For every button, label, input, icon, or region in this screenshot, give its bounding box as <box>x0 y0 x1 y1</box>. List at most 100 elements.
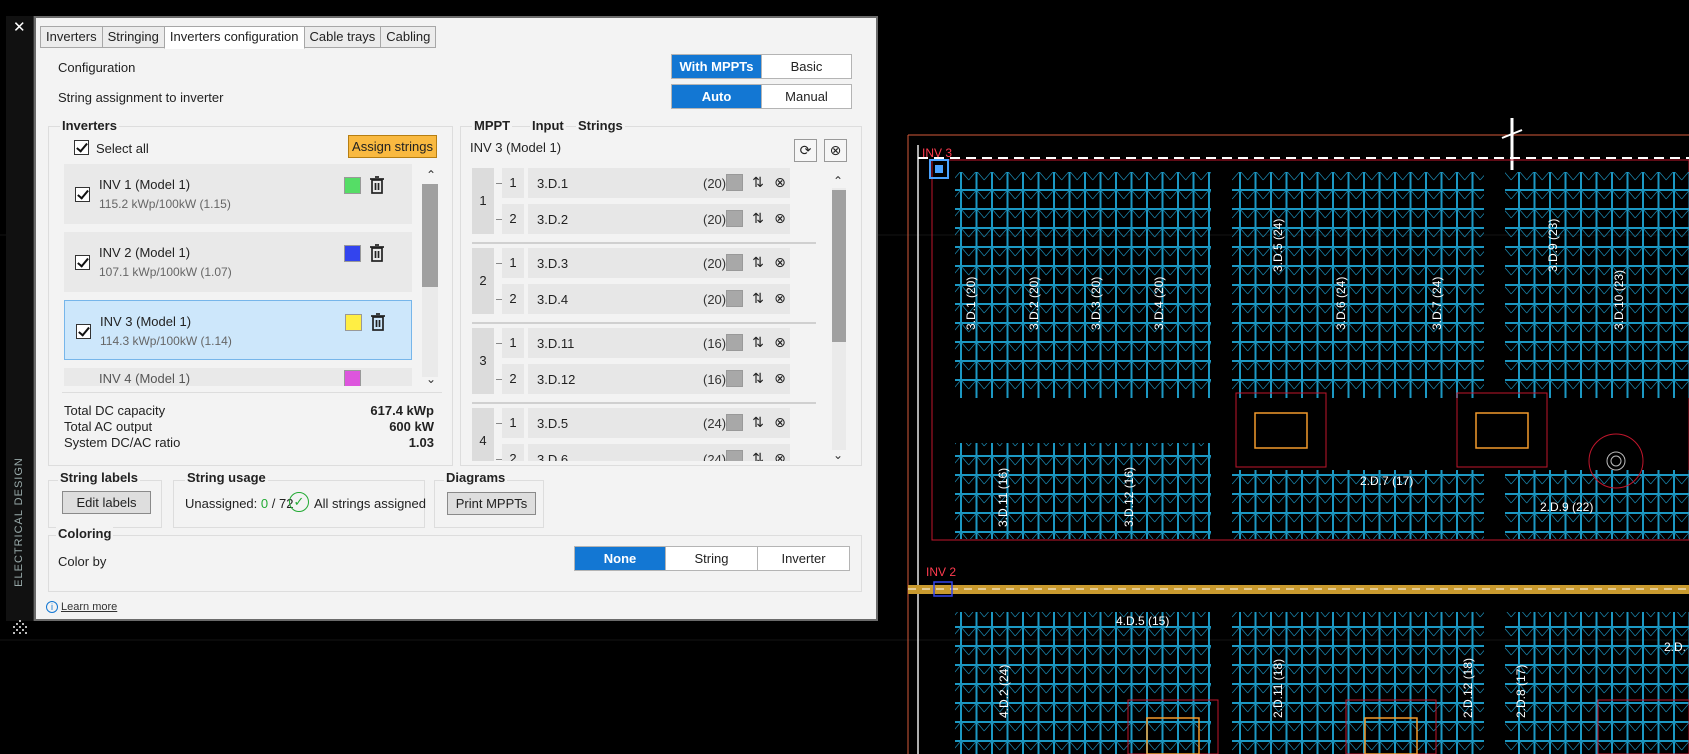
string-slot[interactable]: 3.D.4 (20) ⇅ ⊗ <box>528 284 790 314</box>
remove-icon[interactable]: ⊗ <box>772 450 788 461</box>
string-color-swatch[interactable] <box>726 290 743 307</box>
refresh-icon[interactable]: ⟳ <box>794 139 817 162</box>
string-slot[interactable]: 3.D.11 (16) ⇅ ⊗ <box>528 328 790 358</box>
auto-button[interactable]: Auto <box>672 85 762 108</box>
close-icon[interactable]: ✕ <box>13 19 26 37</box>
string-name: 3.D.12 <box>537 372 576 387</box>
mppt-input-row[interactable]: 2 3.D.4 (20) ⇅ ⊗ <box>502 284 790 314</box>
basic-button[interactable]: Basic <box>762 55 851 78</box>
grip-icon[interactable] <box>13 620 27 634</box>
color-by-label: Color by <box>58 554 107 569</box>
assignment-toggle: Auto Manual <box>671 84 852 109</box>
swap-icon[interactable]: ⇅ <box>750 254 766 272</box>
string-slot[interactable]: 3.D.3 (20) ⇅ ⊗ <box>528 248 790 278</box>
swap-icon[interactable]: ⇅ <box>750 290 766 308</box>
swap-icon[interactable]: ⇅ <box>750 414 766 432</box>
strings-column-header: Strings <box>576 118 625 133</box>
mppt-input-row[interactable]: 1 3.D.3 (20) ⇅ ⊗ <box>502 248 790 278</box>
swap-icon[interactable]: ⇅ <box>750 174 766 192</box>
string-color-swatch[interactable] <box>726 210 743 227</box>
tab-stringing[interactable]: Stringing <box>101 26 165 48</box>
mppt-input-row[interactable]: 1 3.D.11 (16) ⇅ ⊗ <box>502 328 790 358</box>
string-color-swatch[interactable] <box>726 334 743 351</box>
string-color-swatch[interactable] <box>726 414 743 431</box>
string-name: 3.D.6 <box>537 452 569 461</box>
all-strings-assigned-status: All strings assigned <box>314 496 426 511</box>
cad-string-label: 3.D.9 (23) <box>1546 219 1560 272</box>
input-number: 2 <box>502 444 524 461</box>
color-by-none-button[interactable]: None <box>575 547 666 570</box>
swap-icon[interactable]: ⇅ <box>750 370 766 388</box>
cad-string-label: 3.D.2 (20) <box>1027 277 1041 330</box>
remove-icon[interactable]: ⊗ <box>772 174 788 192</box>
input-number: 2 <box>502 364 524 394</box>
string-name: 3.D.3 <box>537 256 569 271</box>
color-by-inverter-button[interactable]: Inverter <box>758 547 849 570</box>
mppt-input-row[interactable]: 2 3.D.6 (24) ⇅ ⊗ <box>502 444 790 461</box>
left-sidebar: ✕ ELECTRICAL DESIGN <box>6 16 34 634</box>
remove-icon[interactable]: ⊗ <box>772 290 788 308</box>
clear-all-icon[interactable]: ⊗ <box>824 139 847 162</box>
string-slot[interactable]: 3.D.5 (24) ⇅ ⊗ <box>528 408 790 438</box>
swap-icon[interactable]: ⇅ <box>750 450 766 461</box>
mppt-number: 2 <box>472 248 494 314</box>
select-all-label: Select all <box>96 141 149 156</box>
string-color-swatch[interactable] <box>726 450 743 461</box>
string-assignment-label: String assignment to inverter <box>58 90 224 105</box>
select-all-checkbox[interactable] <box>74 140 89 155</box>
string-slot[interactable]: 3.D.6 (24) ⇅ ⊗ <box>528 444 790 461</box>
edit-labels-button[interactable]: Edit labels <box>62 491 151 514</box>
string-module-count: (24) <box>703 416 727 431</box>
string-module-count: (20) <box>703 292 727 307</box>
string-color-swatch[interactable] <box>726 254 743 271</box>
string-name: 3.D.2 <box>537 212 569 227</box>
string-slot[interactable]: 3.D.12 (16) ⇅ ⊗ <box>528 364 790 394</box>
string-slot[interactable]: 3.D.1 (20) ⇅ ⊗ <box>528 168 790 198</box>
string-color-swatch[interactable] <box>726 174 743 191</box>
mppt-input-row[interactable]: 1 3.D.5 (24) ⇅ ⊗ <box>502 408 790 438</box>
mppt-input-row[interactable]: 2 3.D.12 (16) ⇅ ⊗ <box>502 364 790 394</box>
pv-layout <box>907 118 1689 754</box>
tab-inverters[interactable]: Inverters <box>40 26 103 48</box>
mppt-scrollbar-thumb[interactable] <box>832 190 846 342</box>
mppt-input-row[interactable]: 1 3.D.1 (20) ⇅ ⊗ <box>502 168 790 198</box>
remove-icon[interactable]: ⊗ <box>772 414 788 432</box>
tab-bar: Inverters Stringing Inverters configurat… <box>40 26 437 49</box>
color-by-string-button[interactable]: String <box>666 547 758 570</box>
string-name: 3.D.4 <box>537 292 569 307</box>
remove-icon[interactable]: ⊗ <box>772 254 788 272</box>
remove-icon[interactable]: ⊗ <box>772 370 788 388</box>
info-icon: i <box>46 601 58 614</box>
string-module-count: (20) <box>703 176 727 191</box>
string-color-swatch[interactable] <box>726 370 743 387</box>
swap-icon[interactable]: ⇅ <box>750 334 766 352</box>
tab-cable-trays[interactable]: Cable trays <box>303 26 382 48</box>
with-mppts-button[interactable]: With MPPTs <box>672 55 762 78</box>
cad-inv2-label: INV 2 <box>926 565 956 579</box>
mppt-scroll-down-icon[interactable]: ⌄ <box>831 448 845 462</box>
string-module-count: (24) <box>703 452 727 461</box>
mppt-number: 4 <box>472 408 494 461</box>
mppt-input-row[interactable]: 2 3.D.2 (20) ⇅ ⊗ <box>502 204 790 234</box>
tab-inverters-configuration[interactable]: Inverters configuration <box>163 26 305 49</box>
print-mppts-button[interactable]: Print MPPTs <box>447 492 536 515</box>
swap-icon[interactable]: ⇅ <box>750 210 766 228</box>
assign-strings-button[interactable]: Assign strings <box>348 135 437 158</box>
tab-cabling[interactable]: Cabling <box>380 26 437 48</box>
remove-icon[interactable]: ⊗ <box>772 334 788 352</box>
cad-string-label: 2.D.11 (18) <box>1271 659 1285 718</box>
remove-icon[interactable]: ⊗ <box>772 210 788 228</box>
manual-button[interactable]: Manual <box>762 85 851 108</box>
cad-string-label: 3.D.11 (16) <box>996 468 1010 527</box>
cad-string-label: 2.D.8 (17) <box>1514 665 1528 718</box>
string-slot[interactable]: 3.D.2 (20) ⇅ ⊗ <box>528 204 790 234</box>
color-by-toggle: None String Inverter <box>574 546 850 571</box>
string-module-count: (20) <box>703 212 727 227</box>
cad-string-label: 2.D.12 (18) <box>1461 658 1475 718</box>
selected-inverter-title: INV 3 (Model 1) <box>470 140 562 155</box>
cad-string-label: 3.D.5 (24) <box>1271 219 1285 272</box>
input-number: 1 <box>502 168 524 198</box>
mppt-scroll-up-icon[interactable]: ⌃ <box>831 174 845 188</box>
string-name: 3.D.11 <box>537 336 575 351</box>
learn-more-link[interactable]: i Learn more <box>46 601 117 614</box>
